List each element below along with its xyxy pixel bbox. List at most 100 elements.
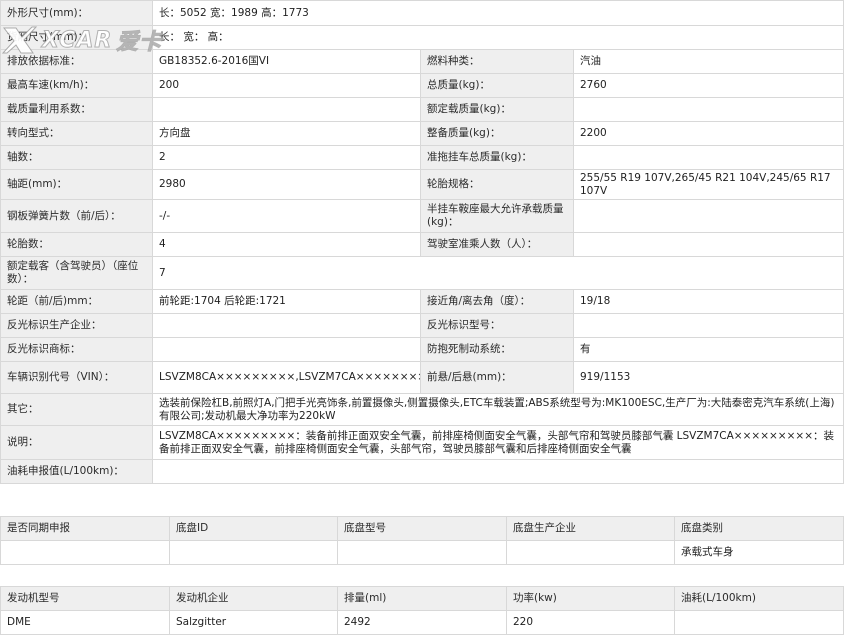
spec-label: 反光标识商标： (0, 337, 153, 362)
spec-value: 2760 (573, 73, 844, 98)
spec-value (152, 459, 844, 484)
vehicle-spec-sheet: 外形尺寸(mm)： 长：5052 宽：1989 高：1773 货厢尺寸(mm)： 长：… (0, 0, 846, 635)
spec-value: 前轮距:1704 后轮距:1721 (152, 289, 421, 314)
spec-label: 轮胎规格： (420, 169, 574, 200)
spec-row: 轴数： 2 准拖挂车总质量(kg)： (0, 145, 844, 170)
spec-value: LSVZM8CA×××××××××：装备前排正面双安全气囊，前排座椅侧面安全气囊… (152, 425, 844, 460)
spec-value: 长：5052 宽：1989 高：1773 (152, 0, 844, 26)
spec-value (573, 232, 844, 257)
engine-header-cell: 油耗(L/100km) (674, 586, 844, 611)
spec-row: 外形尺寸(mm)： 长：5052 宽：1989 高：1773 (0, 0, 844, 26)
engine-value-row: DME Salzgitter 2492 220 (0, 610, 844, 635)
spec-label: 排放依据标准： (0, 49, 153, 74)
spec-row: 油耗申报值(L/100km)： (0, 459, 844, 484)
spec-label: 说明： (0, 425, 153, 460)
spec-value (152, 313, 421, 338)
spec-row: 排放依据标准： GB18352.6-2016国VI 燃料种类： 汽油 (0, 49, 844, 74)
spec-value: 2 (152, 145, 421, 170)
chassis-value-cell (0, 540, 170, 565)
spec-label: 载质量利用系数： (0, 97, 153, 122)
spec-label: 防抱死制动系统： (420, 337, 574, 362)
spec-row: 货厢尺寸(mm)： 长： 宽： 高： (0, 25, 844, 50)
spec-value: 7 (152, 256, 844, 290)
engine-header-cell: 排量(ml) (337, 586, 507, 611)
spec-value: 长： 宽： 高： (152, 25, 844, 50)
spec-row: 最高车速(km/h)： 200 总质量(kg)： 2760 (0, 73, 844, 98)
chassis-header-row: 是否同期申报 底盘ID 底盘型号 底盘生产企业 底盘类别 (0, 516, 844, 541)
spec-label: 总质量(kg)： (420, 73, 574, 98)
spec-row: 转向型式： 方向盘 整备质量(kg)： 2200 (0, 121, 844, 146)
spec-label: 最高车速(km/h)： (0, 73, 153, 98)
spec-label: 半挂车鞍座最大允许承载质量(kg)： (420, 199, 574, 233)
spec-value: 19/18 (573, 289, 844, 314)
chassis-value-row: 承载式车身 (0, 540, 844, 565)
spec-value (573, 145, 844, 170)
engine-header-cell: 功率(kw) (506, 586, 675, 611)
spec-value: 有 (573, 337, 844, 362)
spec-row: 其它： 选装前保险杠B,前照灯A,门把手光亮饰条,前置摄像头,侧置摄像头,ETC车… (0, 393, 844, 426)
spec-value: -/- (152, 199, 421, 233)
spec-label: 额定载质量(kg)： (420, 97, 574, 122)
chassis-header-cell: 底盘ID (169, 516, 338, 541)
engine-value-cell (674, 610, 844, 635)
chassis-header-cell: 底盘型号 (337, 516, 507, 541)
chassis-table: 是否同期申报 底盘ID 底盘型号 底盘生产企业 底盘类别 承载式车身 (0, 516, 844, 565)
spec-label: 轴距(mm)： (0, 169, 153, 200)
spec-row: 钢板弹簧片数（前/后）： -/- 半挂车鞍座最大允许承载质量(kg)： (0, 199, 844, 233)
engine-value-cell: 2492 (337, 610, 507, 635)
spec-label: 额定载客（含驾驶员）（座位数）： (0, 256, 153, 290)
spec-value (152, 337, 421, 362)
engine-value-cell: 220 (506, 610, 675, 635)
spec-row: 轴距(mm)： 2980 轮胎规格： 255/55 R19 107V,265/45 R… (0, 169, 844, 200)
chassis-header-cell: 是否同期申报 (0, 516, 170, 541)
spec-value: LSVZM8CA×××××××××,LSVZM7CA×××××××××× (152, 361, 421, 394)
spec-label: 燃料种类： (420, 49, 574, 74)
spec-value (573, 199, 844, 233)
spec-value (573, 313, 844, 338)
engine-header-row: 发动机型号 发动机企业 排量(ml) 功率(kw) 油耗(L/100km) (0, 586, 844, 611)
engine-value-cell: DME (0, 610, 170, 635)
spec-table: 外形尺寸(mm)： 长：5052 宽：1989 高：1773 货厢尺寸(mm)： 长：… (0, 0, 844, 484)
spec-value (152, 97, 421, 122)
spec-label: 准拖挂车总质量(kg)： (420, 145, 574, 170)
engine-table: 发动机型号 发动机企业 排量(ml) 功率(kw) 油耗(L/100km) DM… (0, 586, 844, 635)
spec-label: 轮胎数： (0, 232, 153, 257)
chassis-header-cell: 底盘类别 (674, 516, 844, 541)
spec-label: 外形尺寸(mm)： (0, 0, 153, 26)
spec-value: 方向盘 (152, 121, 421, 146)
chassis-value-cell (506, 540, 675, 565)
spec-row: 反光标识生产企业： 反光标识型号： (0, 313, 844, 338)
engine-header-cell: 发动机型号 (0, 586, 170, 611)
spec-label: 反光标识生产企业： (0, 313, 153, 338)
spec-label: 车辆识别代号（VIN）： (0, 361, 153, 394)
spec-label: 接近角/离去角（度）： (420, 289, 574, 314)
spec-label: 转向型式： (0, 121, 153, 146)
chassis-value-cell (337, 540, 507, 565)
engine-value-cell: Salzgitter (169, 610, 338, 635)
spec-label: 轮距（前/后)mm： (0, 289, 153, 314)
spec-value: 255/55 R19 107V,265/45 R21 104V,245/65 R… (573, 169, 844, 200)
spec-row: 额定载客（含驾驶员）（座位数）： 7 (0, 256, 844, 290)
spec-row: 轮胎数： 4 驾驶室准乘人数（人）： (0, 232, 844, 257)
spec-row: 说明： LSVZM8CA×××××××××：装备前排正面双安全气囊，前排座椅侧面安… (0, 425, 844, 460)
spec-label: 前悬/后悬(mm)： (420, 361, 574, 394)
spec-label: 油耗申报值(L/100km)： (0, 459, 153, 484)
chassis-value-cell (169, 540, 338, 565)
spec-row: 反光标识商标： 防抱死制动系统：有 (0, 337, 844, 362)
spec-row: 车辆识别代号（VIN）： LSVZM8CA×××××××××,LSVZM7CA××… (0, 361, 844, 394)
chassis-header-cell: 底盘生产企业 (506, 516, 675, 541)
spec-label: 驾驶室准乘人数（人）： (420, 232, 574, 257)
spec-value: 2980 (152, 169, 421, 200)
spec-value (573, 97, 844, 122)
spec-label: 整备质量(kg)： (420, 121, 574, 146)
engine-header-cell: 发动机企业 (169, 586, 338, 611)
spec-value: GB18352.6-2016国VI (152, 49, 421, 74)
spec-value: 4 (152, 232, 421, 257)
spec-label: 轴数： (0, 145, 153, 170)
spec-label: 反光标识型号： (420, 313, 574, 338)
spec-value: 200 (152, 73, 421, 98)
spec-row: 轮距（前/后)mm： 前轮距:1704 后轮距:1721 接近角/离去角（度）： 19… (0, 289, 844, 314)
spec-label: 其它： (0, 393, 153, 426)
spec-label: 货厢尺寸(mm)： (0, 25, 153, 50)
spec-label: 钢板弹簧片数（前/后）： (0, 199, 153, 233)
